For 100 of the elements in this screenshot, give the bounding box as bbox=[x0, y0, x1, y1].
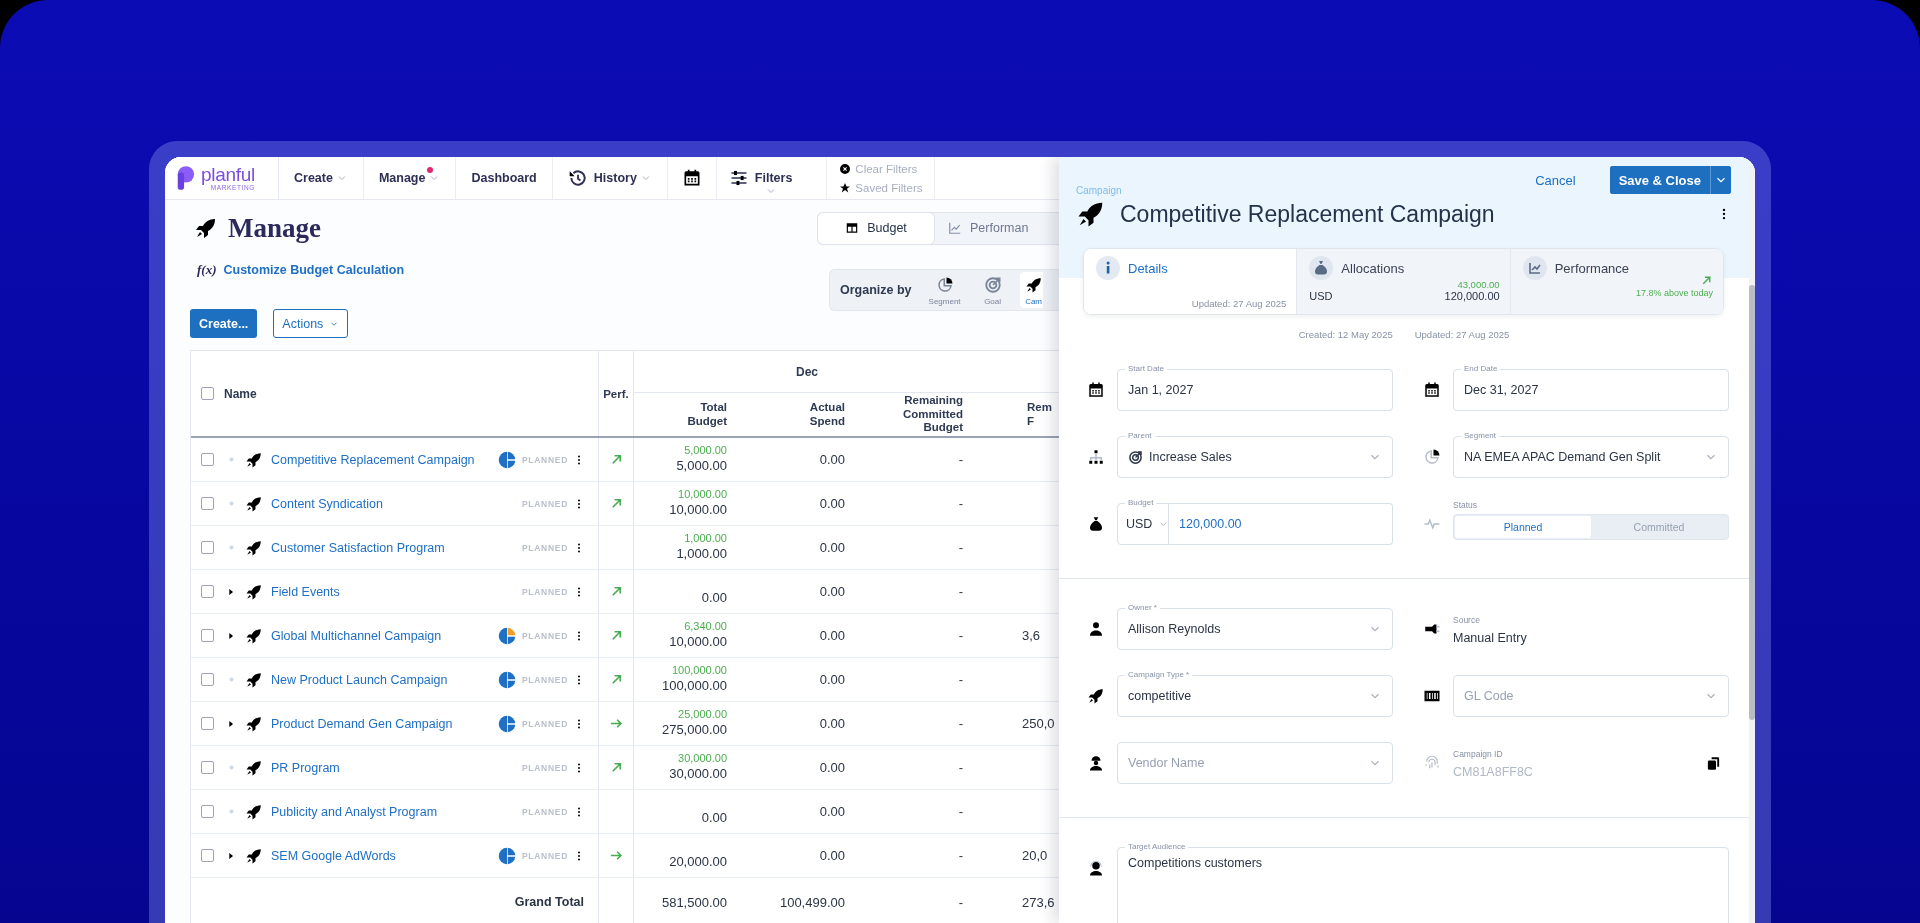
menu-button[interactable]: Manage bbox=[363, 157, 457, 199]
target-icon bbox=[983, 276, 1002, 294]
total-label: Grand Total bbox=[514, 895, 584, 909]
person-icon bbox=[1087, 620, 1105, 638]
planned-amount: 43,000.00 bbox=[1457, 279, 1500, 290]
status-label: PLANNED bbox=[522, 498, 567, 509]
target-icon bbox=[1128, 449, 1143, 465]
panel-title: Competitive Replacement Campaign bbox=[1120, 200, 1496, 228]
checkbox[interactable] bbox=[201, 717, 214, 730]
history-button[interactable]: History bbox=[552, 157, 668, 199]
table-cell: - bbox=[958, 804, 963, 819]
menu-button[interactable]: Create bbox=[279, 157, 364, 199]
customize-link[interactable]: f(x) Customize Budget Calculation bbox=[197, 262, 405, 278]
table-cell: - bbox=[958, 496, 963, 511]
field-value: CM81A8FF8C bbox=[1453, 765, 1533, 779]
checkbox[interactable] bbox=[201, 453, 214, 466]
status-option[interactable]: Planned bbox=[1455, 516, 1591, 538]
checkbox[interactable] bbox=[201, 541, 214, 554]
table-cell: 250,0 bbox=[1022, 716, 1055, 731]
budget-amount: 10,000.00 bbox=[669, 501, 727, 518]
planned-amount: 1,000.00 bbox=[684, 532, 727, 546]
copy-icon[interactable] bbox=[1706, 755, 1721, 771]
status-label: PLANNED bbox=[522, 718, 567, 729]
organize-option[interactable]: Cam bbox=[1019, 272, 1043, 308]
table-cell: 0.00 bbox=[819, 452, 845, 467]
field-label: Source bbox=[1453, 615, 1481, 625]
campaign-link[interactable]: SEM Google AdWords bbox=[271, 848, 396, 863]
campaign-link[interactable]: Content Syndication bbox=[271, 496, 383, 511]
organize-option[interactable]: Segment bbox=[923, 272, 966, 308]
view-tab[interactable]: Budget bbox=[818, 212, 934, 244]
column-header: Perf. bbox=[603, 387, 629, 400]
page-title: Manage bbox=[228, 212, 321, 244]
column-header: Rem F bbox=[1027, 400, 1052, 429]
campaign-link[interactable]: Field Events bbox=[271, 584, 340, 599]
table-cell: - bbox=[958, 452, 963, 467]
checkbox[interactable] bbox=[201, 497, 214, 510]
campaign-link[interactable]: New Product Launch Campaign bbox=[271, 672, 448, 687]
campaign-link[interactable]: Competitive Replacement Campaign bbox=[271, 452, 475, 467]
table-cell: 0.00 bbox=[819, 672, 845, 687]
rocket-icon bbox=[245, 714, 263, 733]
tab-label: Allocations bbox=[1341, 260, 1405, 276]
checkbox[interactable] bbox=[201, 585, 214, 598]
pie-chart-icon bbox=[498, 626, 516, 645]
planned-amount: 6,340.00 bbox=[684, 620, 727, 634]
budget-amount: 0.00 bbox=[701, 809, 727, 826]
calendar-icon bbox=[1087, 381, 1105, 399]
campaign-link[interactable]: Publicity and Analyst Program bbox=[271, 804, 438, 819]
checkbox[interactable] bbox=[201, 673, 214, 686]
table-cell: - bbox=[958, 716, 963, 731]
checkbox[interactable] bbox=[201, 387, 214, 400]
line-chart-icon bbox=[1522, 256, 1547, 280]
pie-chart-icon bbox=[498, 846, 516, 865]
view-tab[interactable]: Performan bbox=[934, 212, 1059, 244]
checkbox[interactable] bbox=[201, 849, 214, 862]
panel-tab[interactable]: Details Updated: 27 Aug 2025 bbox=[1084, 249, 1297, 314]
table-cell: - bbox=[958, 672, 963, 687]
logo-wordmark: planful bbox=[201, 164, 255, 184]
save-close-button[interactable]: Save & Close bbox=[1609, 166, 1711, 194]
status-label: PLANNED bbox=[522, 586, 567, 597]
cancel-button[interactable]: Cancel bbox=[1535, 172, 1576, 188]
organize-option[interactable]: Goal bbox=[973, 272, 1012, 308]
status-label: PLANNED bbox=[522, 806, 567, 817]
panel-tab[interactable]: Performance 17.8% above today bbox=[1509, 249, 1723, 314]
pie-chart-icon bbox=[1423, 448, 1441, 466]
table-icon bbox=[845, 221, 860, 235]
checkbox[interactable] bbox=[201, 761, 214, 774]
hierarchy-icon bbox=[1087, 448, 1105, 466]
updated-date: Updated: 27 Aug 2025 bbox=[1191, 298, 1287, 309]
table-cell: 0.00 bbox=[819, 584, 845, 599]
checkbox[interactable] bbox=[201, 805, 214, 818]
table-cell: - bbox=[958, 628, 963, 643]
status-label: PLANNED bbox=[522, 630, 567, 641]
nav-link[interactable]: Dashboard bbox=[456, 157, 553, 199]
campaign-link[interactable]: PR Program bbox=[271, 760, 340, 775]
create-button[interactable]: Create... bbox=[190, 309, 258, 338]
dropdown[interactable]: Vendor Name bbox=[1117, 742, 1393, 784]
dropdown[interactable]: GL Code bbox=[1453, 675, 1729, 717]
organize-label: Organize by bbox=[840, 283, 912, 297]
status-label: PLANNED bbox=[522, 454, 567, 465]
column-header: Actual Spend bbox=[809, 400, 845, 429]
filters-button[interactable]: Filters bbox=[716, 157, 828, 199]
campaign-link[interactable]: Global Multichannel Campaign bbox=[271, 628, 442, 643]
planned-amount: 100,000.00 bbox=[671, 664, 727, 678]
star-icon bbox=[839, 181, 852, 194]
budget-amount: 30,000.00 bbox=[669, 765, 727, 782]
table-cell: 273,6 bbox=[1022, 894, 1055, 910]
amount-field[interactable]: 120,000.00 bbox=[1169, 503, 1393, 545]
budget-amount: 5,000.00 bbox=[676, 457, 727, 474]
panel-tab[interactable]: Allocations 43,000.00 USD 120,000.00 bbox=[1296, 249, 1510, 314]
checkbox[interactable] bbox=[201, 629, 214, 642]
campaign-link[interactable]: Customer Satisfaction Program bbox=[271, 540, 445, 555]
pie-chart-icon bbox=[498, 714, 516, 733]
actions-button[interactable]: Actions bbox=[273, 309, 349, 338]
table-cell: 0.00 bbox=[819, 716, 845, 731]
campaign-link[interactable]: Product Demand Gen Campaign bbox=[271, 716, 453, 731]
rocket-icon bbox=[245, 450, 263, 469]
budget-amount: 100,000.00 bbox=[661, 677, 727, 694]
planned-amount: 5,000.00 bbox=[684, 444, 727, 458]
rocket-icon bbox=[245, 846, 263, 865]
rocket-icon bbox=[245, 582, 263, 601]
